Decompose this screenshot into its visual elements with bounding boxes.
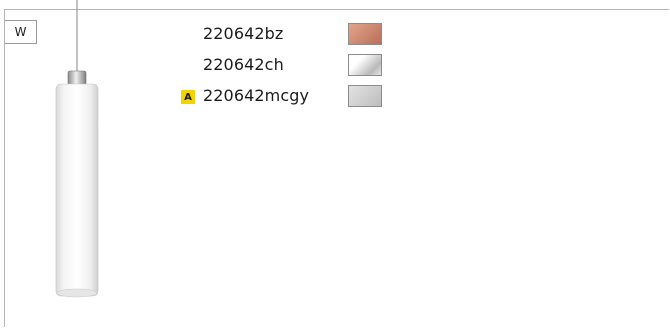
product-code: 220642mcgy xyxy=(203,86,310,105)
type-tag-label: W xyxy=(14,25,27,39)
finish-row-ch: 220642ch xyxy=(178,54,398,78)
finish-row-mcgy: A 220642mcgy xyxy=(178,85,398,109)
energy-class-badge: A xyxy=(181,90,195,104)
type-tag: W xyxy=(5,20,37,44)
product-code: 220642bz xyxy=(203,24,284,43)
finish-row-bz: 220642bz xyxy=(178,23,398,47)
chrome-swatch xyxy=(348,54,382,76)
pendant-lamp-image xyxy=(55,0,99,298)
bronze-swatch xyxy=(348,23,382,45)
grey-swatch xyxy=(348,85,382,107)
finish-list: 220642bz 220642ch A 220642mcgy xyxy=(178,23,398,116)
product-code: 220642ch xyxy=(203,55,284,74)
